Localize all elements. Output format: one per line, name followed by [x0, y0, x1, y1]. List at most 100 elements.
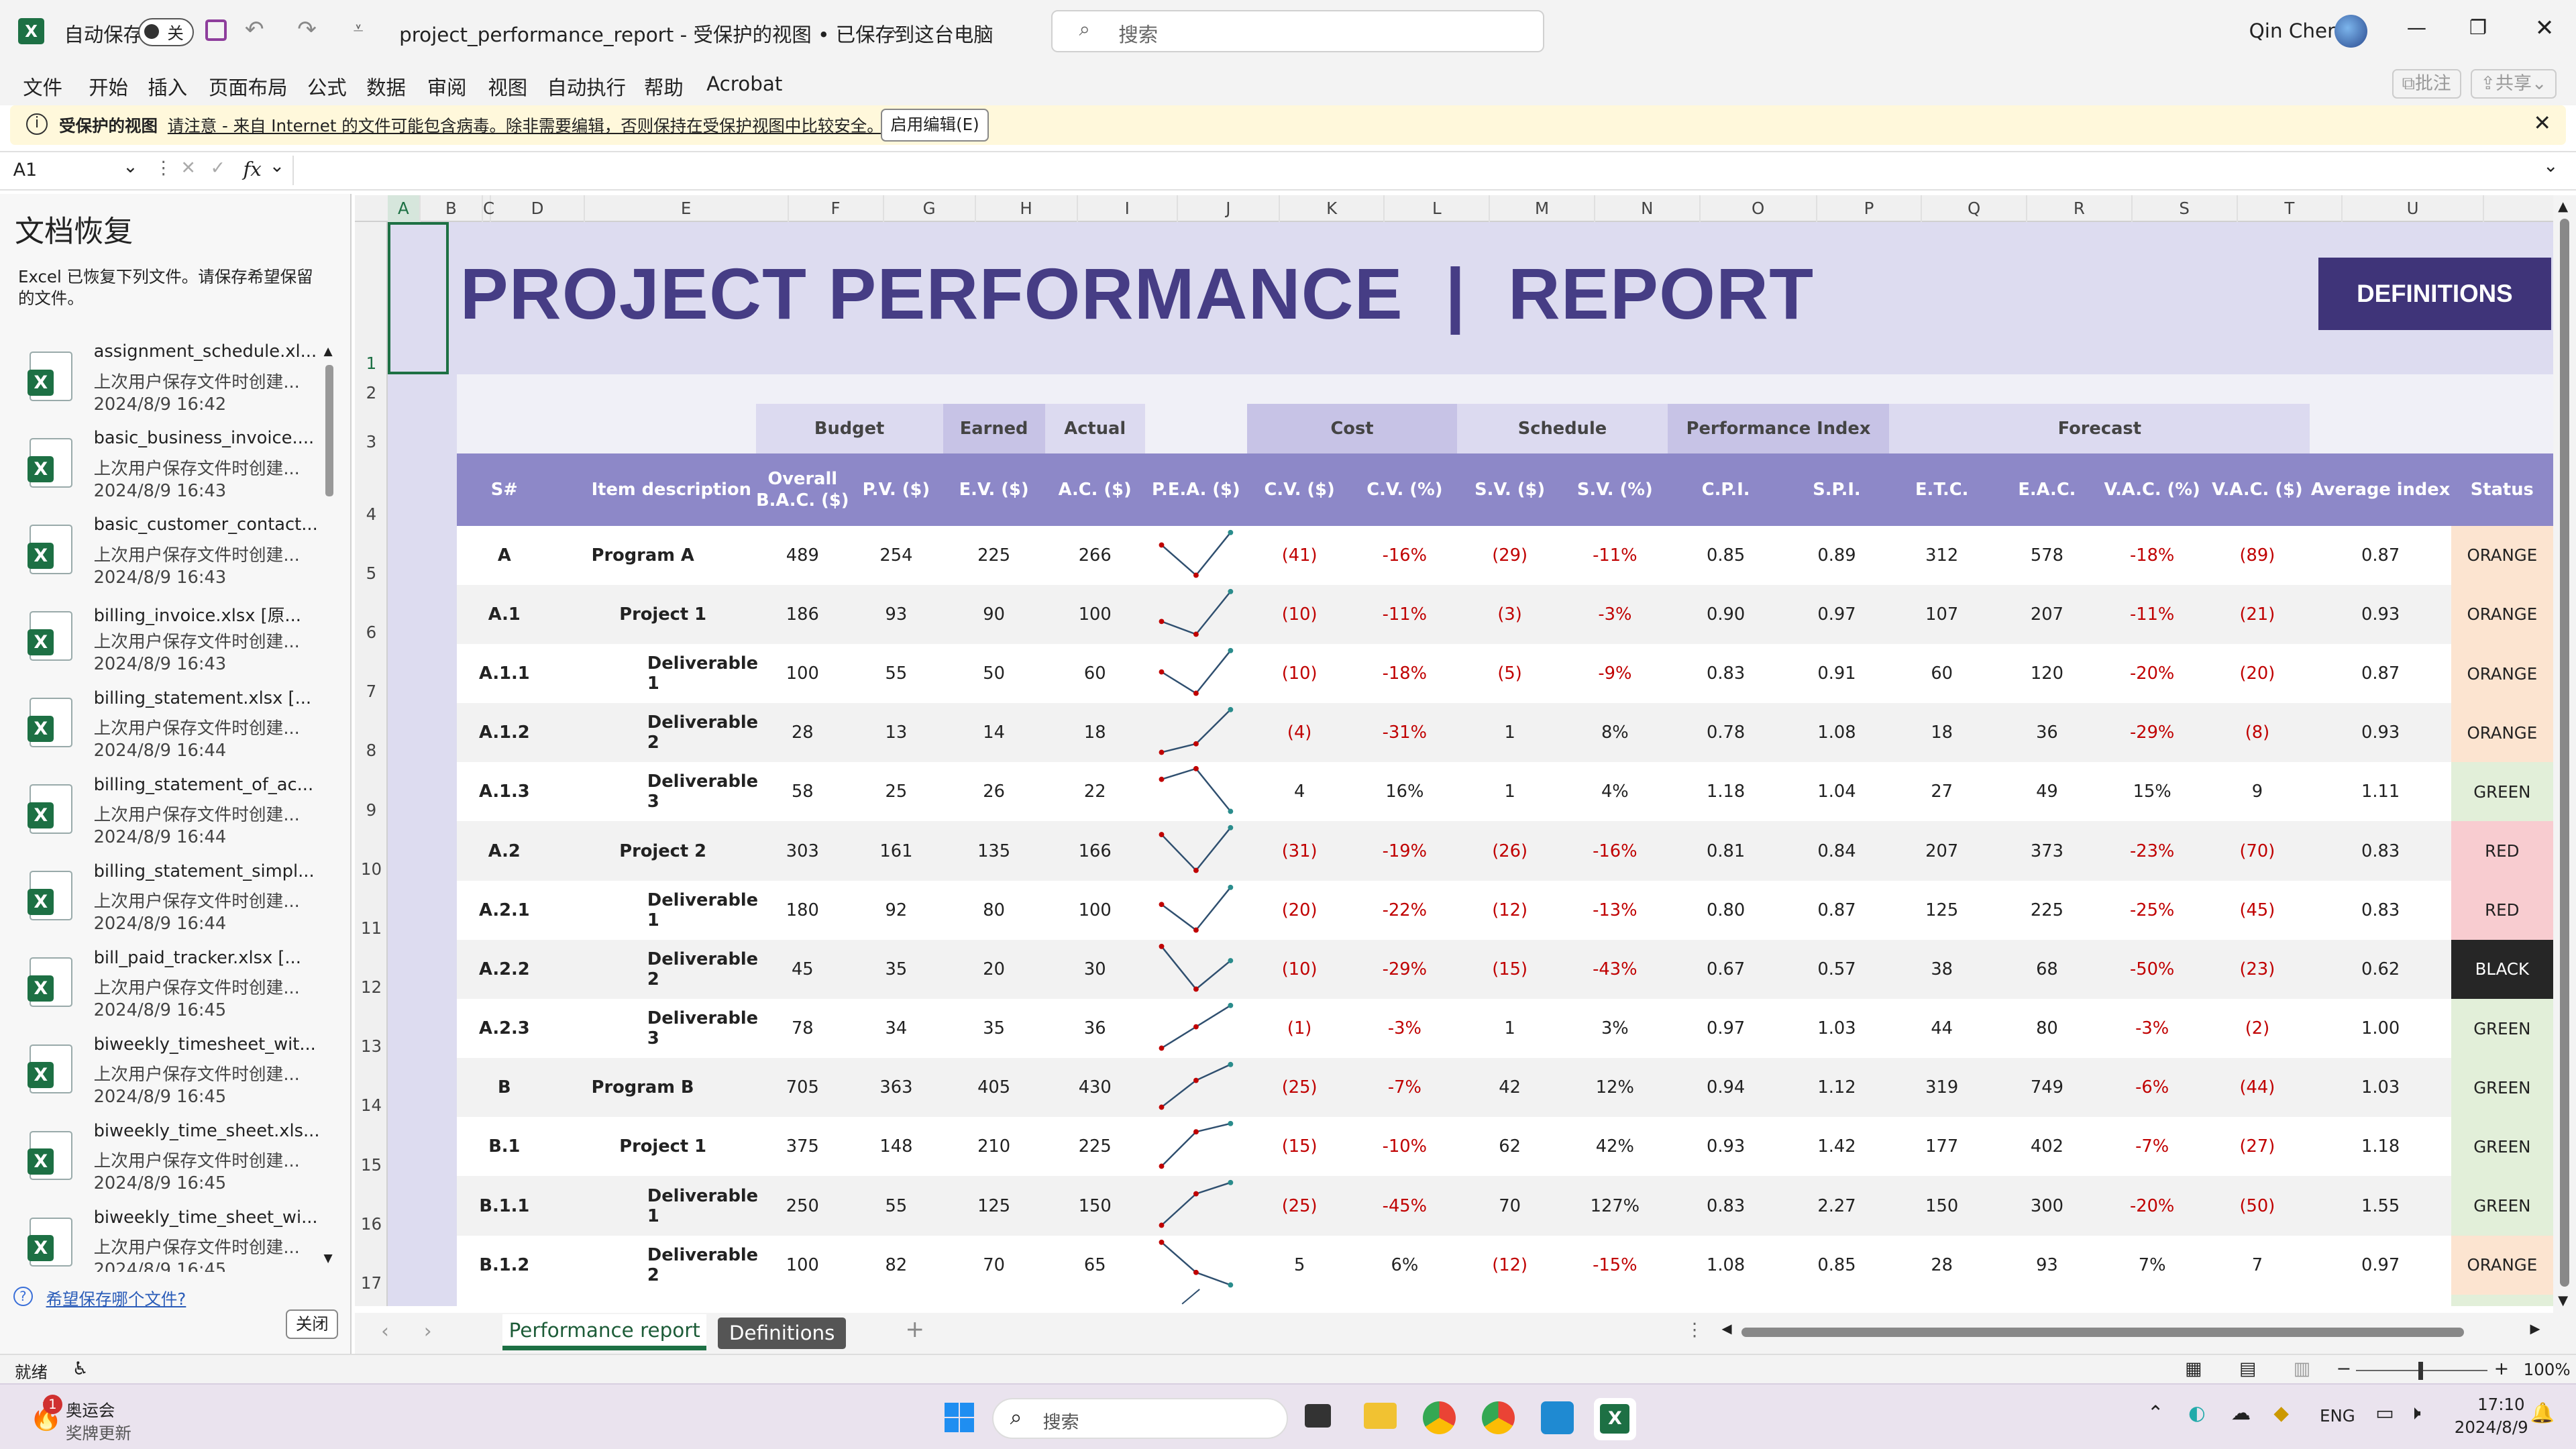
scroll-up-icon[interactable]: ▲ [2558, 199, 2568, 214]
cell-eac[interactable]: 300 [1994, 1176, 2100, 1235]
cell-avg[interactable]: 0.97 [2310, 1236, 2451, 1295]
status-badge[interactable]: GREEN [2451, 1117, 2553, 1177]
cell-etc[interactable]: 150 [1889, 1176, 1994, 1235]
cell-svp[interactable]: -16% [1562, 821, 1668, 880]
scroll-thumb[interactable] [1741, 1327, 2465, 1338]
cell-avg[interactable]: 1.18 [2310, 1117, 2451, 1176]
scroll-down-icon[interactable]: ▼ [323, 1252, 332, 1265]
cell-pv[interactable]: 35 [849, 940, 943, 999]
tray-chevron-icon[interactable]: ⌃ [2147, 1401, 2164, 1424]
cell-bac[interactable]: 186 [756, 585, 850, 644]
recovery-item[interactable]: Xbiweekly_time_sheet.xls... 上次用户保存文件时创建..… [23, 1121, 322, 1206]
cell-cpi[interactable]: 0.93 [1668, 1117, 1784, 1176]
cell-desc[interactable]: Deliverable 1 [552, 1176, 758, 1235]
menu-help[interactable]: 帮助 [644, 72, 684, 101]
cell-pv[interactable]: 161 [849, 821, 943, 880]
row-header[interactable]: 11 [355, 918, 388, 940]
menu-automate[interactable]: 自动执行 [547, 72, 627, 101]
recovery-item[interactable]: Xbilling_statement_simpl... 上次用户保存文件时创建..… [23, 861, 322, 947]
cell-cpi[interactable]: 0.83 [1668, 1176, 1784, 1235]
column-header[interactable]: C [483, 195, 494, 222]
cell-eac[interactable]: 93 [1994, 1236, 2100, 1295]
cell-etc[interactable]: 44 [1889, 999, 1994, 1058]
taskbar-search[interactable]: ⌕ 搜索 [992, 1397, 1288, 1439]
row-header[interactable]: 8 [355, 741, 388, 762]
cell-cvp[interactable]: -19% [1352, 821, 1458, 880]
cell-vacp[interactable]: 15% [2100, 762, 2205, 821]
cell-pv[interactable]: 34 [849, 999, 943, 1058]
cell-ev[interactable]: 125 [943, 1176, 1045, 1235]
cell-vac[interactable]: (70) [2205, 821, 2310, 880]
cell-vac[interactable]: (23) [2205, 940, 2310, 999]
cell-sv[interactable]: (29) [1457, 526, 1562, 585]
cell-cv[interactable]: (41) [1247, 526, 1352, 585]
recovery-item[interactable]: Xbill_paid_tracker.xlsx [... 上次用户保存文件时创建.… [23, 948, 322, 1033]
page-layout-icon[interactable]: ▤ [2239, 1358, 2256, 1379]
cell-cpi[interactable]: 0.94 [1668, 1058, 1784, 1117]
zoom-level[interactable]: 100% [2524, 1360, 2571, 1379]
cell-cv[interactable]: 4 [1247, 762, 1352, 821]
recovery-item[interactable]: Xbilling_statement_of_ac... 上次用户保存文件时创建..… [23, 775, 322, 860]
cell-sv[interactable]: 70 [1457, 1176, 1562, 1235]
cell-bac[interactable]: 375 [756, 1117, 850, 1176]
cell-sv[interactable]: (15) [1457, 940, 1562, 999]
row-header[interactable]: 1 [355, 354, 388, 375]
cell-cvp[interactable]: -16% [1352, 526, 1458, 585]
cell-vacp[interactable]: -20% [2100, 644, 2205, 703]
cell-pv[interactable]: 363 [849, 1058, 943, 1117]
row-header[interactable]: 16 [355, 1214, 388, 1236]
cell-desc[interactable]: Deliverable 2 [552, 1236, 758, 1295]
cell-desc[interactable]: Deliverable 3 [552, 999, 758, 1058]
redo-icon[interactable]: ↷ [297, 16, 317, 43]
column-header[interactable]: O [1701, 195, 1817, 222]
network-icon[interactable]: ▭ [2375, 1401, 2394, 1424]
cell-bac[interactable]: 250 [756, 1176, 850, 1235]
cell-sv[interactable]: (3) [1457, 585, 1562, 644]
cell-cv[interactable]: (15) [1247, 1117, 1352, 1176]
scrollbar[interactable]: ▲ ▼ [323, 345, 337, 1265]
cell-cvp[interactable]: -18% [1352, 644, 1458, 703]
formula-input[interactable] [292, 156, 2543, 186]
column-header[interactable]: I [1078, 195, 1178, 222]
cell-cv[interactable]: (20) [1247, 881, 1352, 940]
zoom-thumb[interactable] [2418, 1361, 2424, 1380]
cell-cpi[interactable]: 0.80 [1668, 881, 1784, 940]
cell-etc[interactable]: 125 [1889, 881, 1994, 940]
close-icon[interactable]: ✕ [2535, 15, 2555, 42]
cell-bac[interactable]: 45 [756, 940, 850, 999]
cell-cpi[interactable]: 0.67 [1668, 940, 1784, 999]
cell-bac[interactable]: 100 [756, 1236, 850, 1295]
menu-review[interactable]: 审阅 [427, 72, 467, 101]
autosave-toggle[interactable]: 关 [138, 17, 194, 46]
chrome-icon[interactable] [1481, 1401, 1515, 1434]
cell-desc[interactable]: Program B [552, 1058, 756, 1117]
row-header[interactable]: 17 [355, 1273, 388, 1295]
add-sheet-icon[interactable]: + [905, 1316, 924, 1343]
cell-avg[interactable]: 0.62 [2310, 940, 2451, 999]
horizontal-scrollbar[interactable]: ◀ ▶ [1722, 1321, 2544, 1342]
cell-eac[interactable]: 207 [1994, 585, 2100, 644]
menu-page-layout[interactable]: 页面布局 [209, 72, 288, 101]
cell-cv[interactable]: (10) [1247, 585, 1352, 644]
cell-sn[interactable]: B.1.1 [457, 1176, 552, 1235]
cell-eac[interactable]: 68 [1994, 940, 2100, 999]
cell-avg[interactable]: 0.87 [2310, 644, 2451, 703]
cell-cvp[interactable]: -7% [1352, 1058, 1458, 1117]
cell-svp[interactable]: 3% [1562, 999, 1668, 1058]
cell-pv[interactable]: 25 [849, 762, 943, 821]
row-header[interactable]: 13 [355, 1036, 388, 1058]
app-tray-icon[interactable]: ◆ [2273, 1401, 2289, 1424]
row-header[interactable]: 10 [355, 859, 388, 881]
clock-date[interactable]: 2024/8/9 [2455, 1417, 2528, 1437]
enter-icon[interactable]: ✓ [210, 158, 225, 178]
scroll-up-icon[interactable]: ▲ [323, 345, 332, 358]
cell-etc[interactable]: 28 [1889, 1236, 1994, 1295]
cell-vacp[interactable]: -7% [2100, 1117, 2205, 1176]
cell-etc[interactable]: 27 [1889, 762, 1994, 821]
cell-cpi[interactable]: 0.81 [1668, 821, 1784, 880]
cell-desc[interactable]: Deliverable 1 [552, 644, 758, 703]
cell-avg[interactable]: 0.93 [2310, 703, 2451, 762]
cell-cv[interactable]: (25) [1247, 1176, 1352, 1235]
column-header[interactable]: F [789, 195, 884, 222]
cell-etc[interactable]: 18 [1889, 703, 1994, 762]
